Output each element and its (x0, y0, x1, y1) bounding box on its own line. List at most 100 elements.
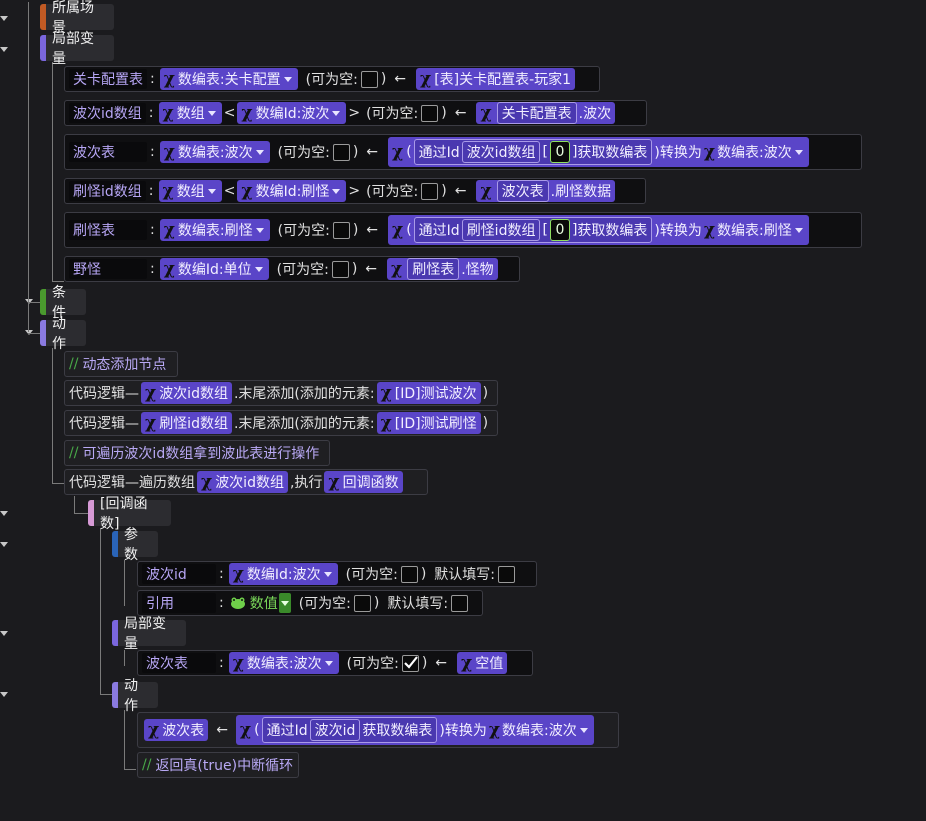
ref-var[interactable]: 波次表 (496, 180, 549, 202)
ref-var[interactable]: 刷怪表 (407, 258, 460, 280)
collapse-caret-icon[interactable] (0, 542, 8, 547)
action-row[interactable]: 代码逻辑— χ 刷怪id数组 .末尾添加(添加的元素: χ [ID]测试刷怪 ) (64, 410, 498, 436)
var-name[interactable]: 野怪 (69, 259, 147, 279)
nullable-checkbox[interactable] (421, 104, 439, 122)
comment-row[interactable]: //动态添加节点 (64, 351, 178, 377)
default-checkbox[interactable] (498, 565, 516, 583)
section-params[interactable]: 参数 (112, 527, 158, 563)
local-var-row[interactable]: 波次id数组 : χ 数组 < χ 数编Id:波次 > (可为空:) ← χ 关卡配置… (64, 100, 647, 126)
target-var-chip[interactable]: χ 刷怪id数组 (141, 412, 232, 434)
dropdown-caret-icon[interactable] (252, 259, 265, 279)
type-chip[interactable]: χ 数编表:刷怪 (159, 219, 270, 241)
param-name[interactable]: 波次id (142, 564, 216, 584)
collapse-caret-icon[interactable] (0, 16, 8, 21)
nullable-checkbox[interactable] (360, 70, 378, 88)
type-chip[interactable]: χ 数编表:波次 (228, 652, 339, 674)
var-name[interactable]: 波次表 (142, 653, 216, 673)
callback-chip[interactable]: χ 回调函数 (324, 471, 403, 493)
section-actions[interactable]: 动作 (40, 316, 86, 352)
dropdown-caret-icon[interactable] (281, 69, 294, 89)
dropdown-caret-icon[interactable] (322, 653, 335, 673)
nullable-checkbox[interactable] (332, 221, 350, 239)
var-name[interactable]: 波次表 (69, 142, 147, 162)
value-chip[interactable]: χ [表]关卡配置表-玩家1 (416, 68, 576, 90)
dropdown-caret-icon[interactable] (253, 142, 266, 162)
dropdown-caret-icon[interactable] (330, 103, 343, 123)
dropdown-caret-icon[interactable] (330, 181, 343, 201)
index-input[interactable]: 0 (549, 219, 570, 241)
default-checkbox[interactable] (451, 594, 469, 612)
loop-action-row[interactable]: 代码逻辑—遍历数组 χ 波次id数组 ,执行 χ 回调函数 (64, 469, 428, 495)
type-chip[interactable]: 数值 (229, 593, 291, 613)
dropdown-caret-icon[interactable] (278, 593, 291, 613)
dropdown-caret-icon[interactable] (253, 220, 266, 240)
local-var-row[interactable]: 野怪 : χ 数编Id:单位 (可为空:) ← χ 刷怪表 .怪物 (64, 256, 520, 282)
var-name[interactable]: 波次id数组 (69, 103, 146, 123)
nullable-checkbox[interactable] (353, 594, 371, 612)
dropdown-caret-icon[interactable] (321, 564, 334, 584)
section-conditions[interactable]: 条件 (40, 285, 86, 321)
nullable-checkbox[interactable] (332, 143, 350, 161)
convert-expr-chip[interactable]: χ( 通过Id 波次id 获取数编表 )转换为 χ 数编表:波次 (235, 715, 594, 745)
nullable-checkbox[interactable] (331, 260, 349, 278)
element-chip[interactable]: χ [ID]测试波次 (376, 382, 481, 404)
dropdown-caret-icon[interactable] (792, 142, 805, 162)
dropdown-caret-icon[interactable] (792, 220, 805, 240)
collapse-caret-icon[interactable] (0, 511, 8, 516)
comment-row[interactable]: //返回真(true)中断循环 (137, 752, 299, 778)
type-chip[interactable]: χ 数编表:波次 (159, 141, 270, 163)
get-table-expr[interactable]: 通过Id 波次id数组[0] 获取数编表 (413, 139, 653, 165)
convert-expr-chip[interactable]: χ( 通过Id 刷怪id数组[0] 获取数编表 )转换为 χ 数编表:刷怪 (388, 215, 809, 245)
local-var-row[interactable]: 关卡配置表 : χ 数编表:关卡配置 (可为空:) ← χ [表]关卡配置表-玩家1 (64, 66, 600, 92)
get-table-expr[interactable]: 通过Id 刷怪id数组[0] 获取数编表 (413, 217, 653, 243)
value-chip[interactable]: χ 刷怪表 .怪物 (387, 258, 498, 280)
type-chip[interactable]: χ 数编表:关卡配置 (159, 68, 298, 90)
action-row[interactable]: 代码逻辑— χ 波次id数组 .末尾添加(添加的元素: χ [ID]测试波次 ) (64, 380, 498, 406)
type-chip[interactable]: χ 数编Id:波次 (228, 563, 338, 585)
nullable-checkbox[interactable] (400, 565, 418, 583)
collapse-caret-icon[interactable] (0, 631, 8, 636)
value-chip[interactable]: χ 关卡配置表 .波次 (476, 102, 616, 124)
dropdown-caret-icon[interactable] (205, 181, 218, 201)
elem-type-chip[interactable]: χ 数编Id:刷怪 (237, 180, 347, 202)
nullable-checkbox[interactable] (401, 654, 419, 672)
nullable-checkbox[interactable] (421, 182, 439, 200)
var-name[interactable]: 关卡配置表 (69, 69, 147, 89)
section-scene[interactable]: 所属场景 (40, 0, 114, 36)
array-var-chip[interactable]: χ 波次id数组 (197, 471, 288, 493)
elem-type-chip[interactable]: χ 数编Id:波次 (237, 102, 347, 124)
dropdown-caret-icon[interactable] (205, 103, 218, 123)
section-locals[interactable]: 局部变量 (40, 31, 114, 67)
section-callback-locals[interactable]: 局部变量 (112, 616, 186, 652)
local-var-row[interactable]: 波次表 : χ 数编表:波次 (可为空:) ← χ( 通过Id 波次id数组[0] 获… (64, 134, 862, 170)
type-chip[interactable]: χ 数组 (158, 102, 222, 124)
target-var-chip[interactable]: χ 波次id数组 (141, 382, 232, 404)
param-row[interactable]: 波次id : χ 数编Id:波次 (可为空:) 默认填写: (137, 561, 537, 587)
comment-row[interactable]: //可遍历波次id数组拿到波此表进行操作 (64, 440, 330, 466)
local-var-row[interactable]: 刷怪id数组 : χ 数组 < χ 数编Id:刷怪 > (可为空:) ← χ 波次表.… (64, 178, 646, 204)
local-var-row[interactable]: 波次表 : χ 数编表:波次 (可为空: ) ← χ 空值 (137, 650, 533, 676)
section-callback[interactable]: [回调函数] (88, 496, 171, 532)
element-chip[interactable]: χ [ID]测试刷怪 (376, 412, 481, 434)
section-callback-actions[interactable]: 动作 (112, 678, 158, 714)
index-input[interactable]: 0 (549, 141, 570, 163)
convert-expr-chip[interactable]: χ( 通过Id 波次id数组[0] 获取数编表 )转换为 χ 数编表:波次 (388, 137, 809, 167)
ref-var[interactable]: 刷怪id数组 (461, 219, 541, 241)
var-name[interactable]: 刷怪id数组 (69, 181, 146, 201)
ref-var[interactable]: 关卡配置表 (496, 102, 577, 124)
target-var-chip[interactable]: χ 波次表 (144, 719, 209, 741)
ref-var[interactable]: 波次id (309, 719, 361, 741)
collapse-caret-icon[interactable] (0, 692, 8, 697)
dropdown-caret-icon[interactable] (577, 720, 590, 740)
type-chip[interactable]: χ 数编Id:单位 (159, 258, 269, 280)
var-name[interactable]: 刷怪表 (69, 220, 147, 240)
get-table-expr[interactable]: 通过Id 波次id 获取数编表 (261, 717, 438, 743)
assign-action-row[interactable]: χ 波次表 ← χ( 通过Id 波次id 获取数编表 )转换为 χ 数编表:波次 (137, 712, 619, 748)
collapse-caret-icon[interactable] (0, 47, 8, 52)
param-row[interactable]: 引用 : 数值 (可为空:) 默认填写: (137, 590, 483, 616)
ref-var[interactable]: 波次id数组 (461, 141, 541, 163)
param-name[interactable]: 引用 (142, 593, 216, 613)
value-chip[interactable]: χ 空值 (457, 652, 508, 674)
local-var-row[interactable]: 刷怪表 : χ 数编表:刷怪 (可为空:) ← χ( 通过Id 刷怪id数组[0] 获… (64, 212, 862, 248)
value-chip[interactable]: χ 波次表 .刷怪数据 (476, 180, 616, 202)
